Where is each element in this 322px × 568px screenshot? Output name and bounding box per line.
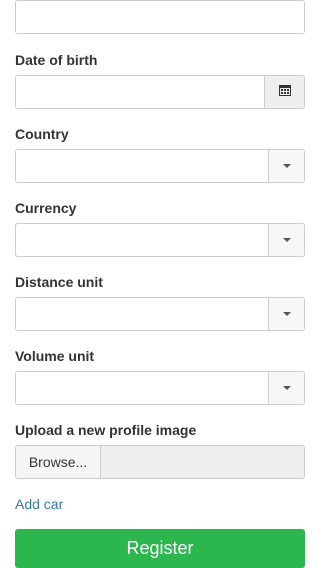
chevron-down-icon [282, 312, 291, 316]
country-dropdown-toggle[interactable] [268, 150, 304, 182]
country-label: Country [15, 126, 69, 142]
currency-label: Currency [15, 200, 77, 216]
volume-unit-select[interactable] [15, 371, 305, 405]
register-button[interactable]: Register [15, 529, 305, 568]
add-car-link[interactable]: Add car [15, 495, 63, 513]
date-of-birth-input[interactable] [15, 75, 265, 109]
chevron-down-icon [282, 164, 291, 168]
volume-unit-label: Volume unit [15, 348, 95, 364]
calendar-icon [278, 83, 291, 101]
browse-button[interactable]: Browse... [15, 445, 101, 479]
date-picker-button[interactable] [264, 75, 305, 109]
country-select[interactable] [15, 149, 305, 183]
date-of-birth-label: Date of birth [15, 52, 98, 68]
distance-unit-dropdown-toggle[interactable] [268, 298, 304, 330]
chevron-down-icon [282, 386, 291, 390]
distance-unit-label: Distance unit [15, 274, 103, 290]
chevron-down-icon [282, 238, 291, 242]
profile-image-label: Upload a new profile image [15, 422, 197, 438]
currency-dropdown-toggle[interactable] [268, 224, 304, 256]
distance-unit-select[interactable] [15, 297, 305, 331]
volume-unit-dropdown-toggle[interactable] [268, 372, 304, 404]
currency-select[interactable] [15, 223, 305, 257]
file-name-field [100, 445, 305, 479]
top-text-input[interactable] [15, 0, 305, 34]
